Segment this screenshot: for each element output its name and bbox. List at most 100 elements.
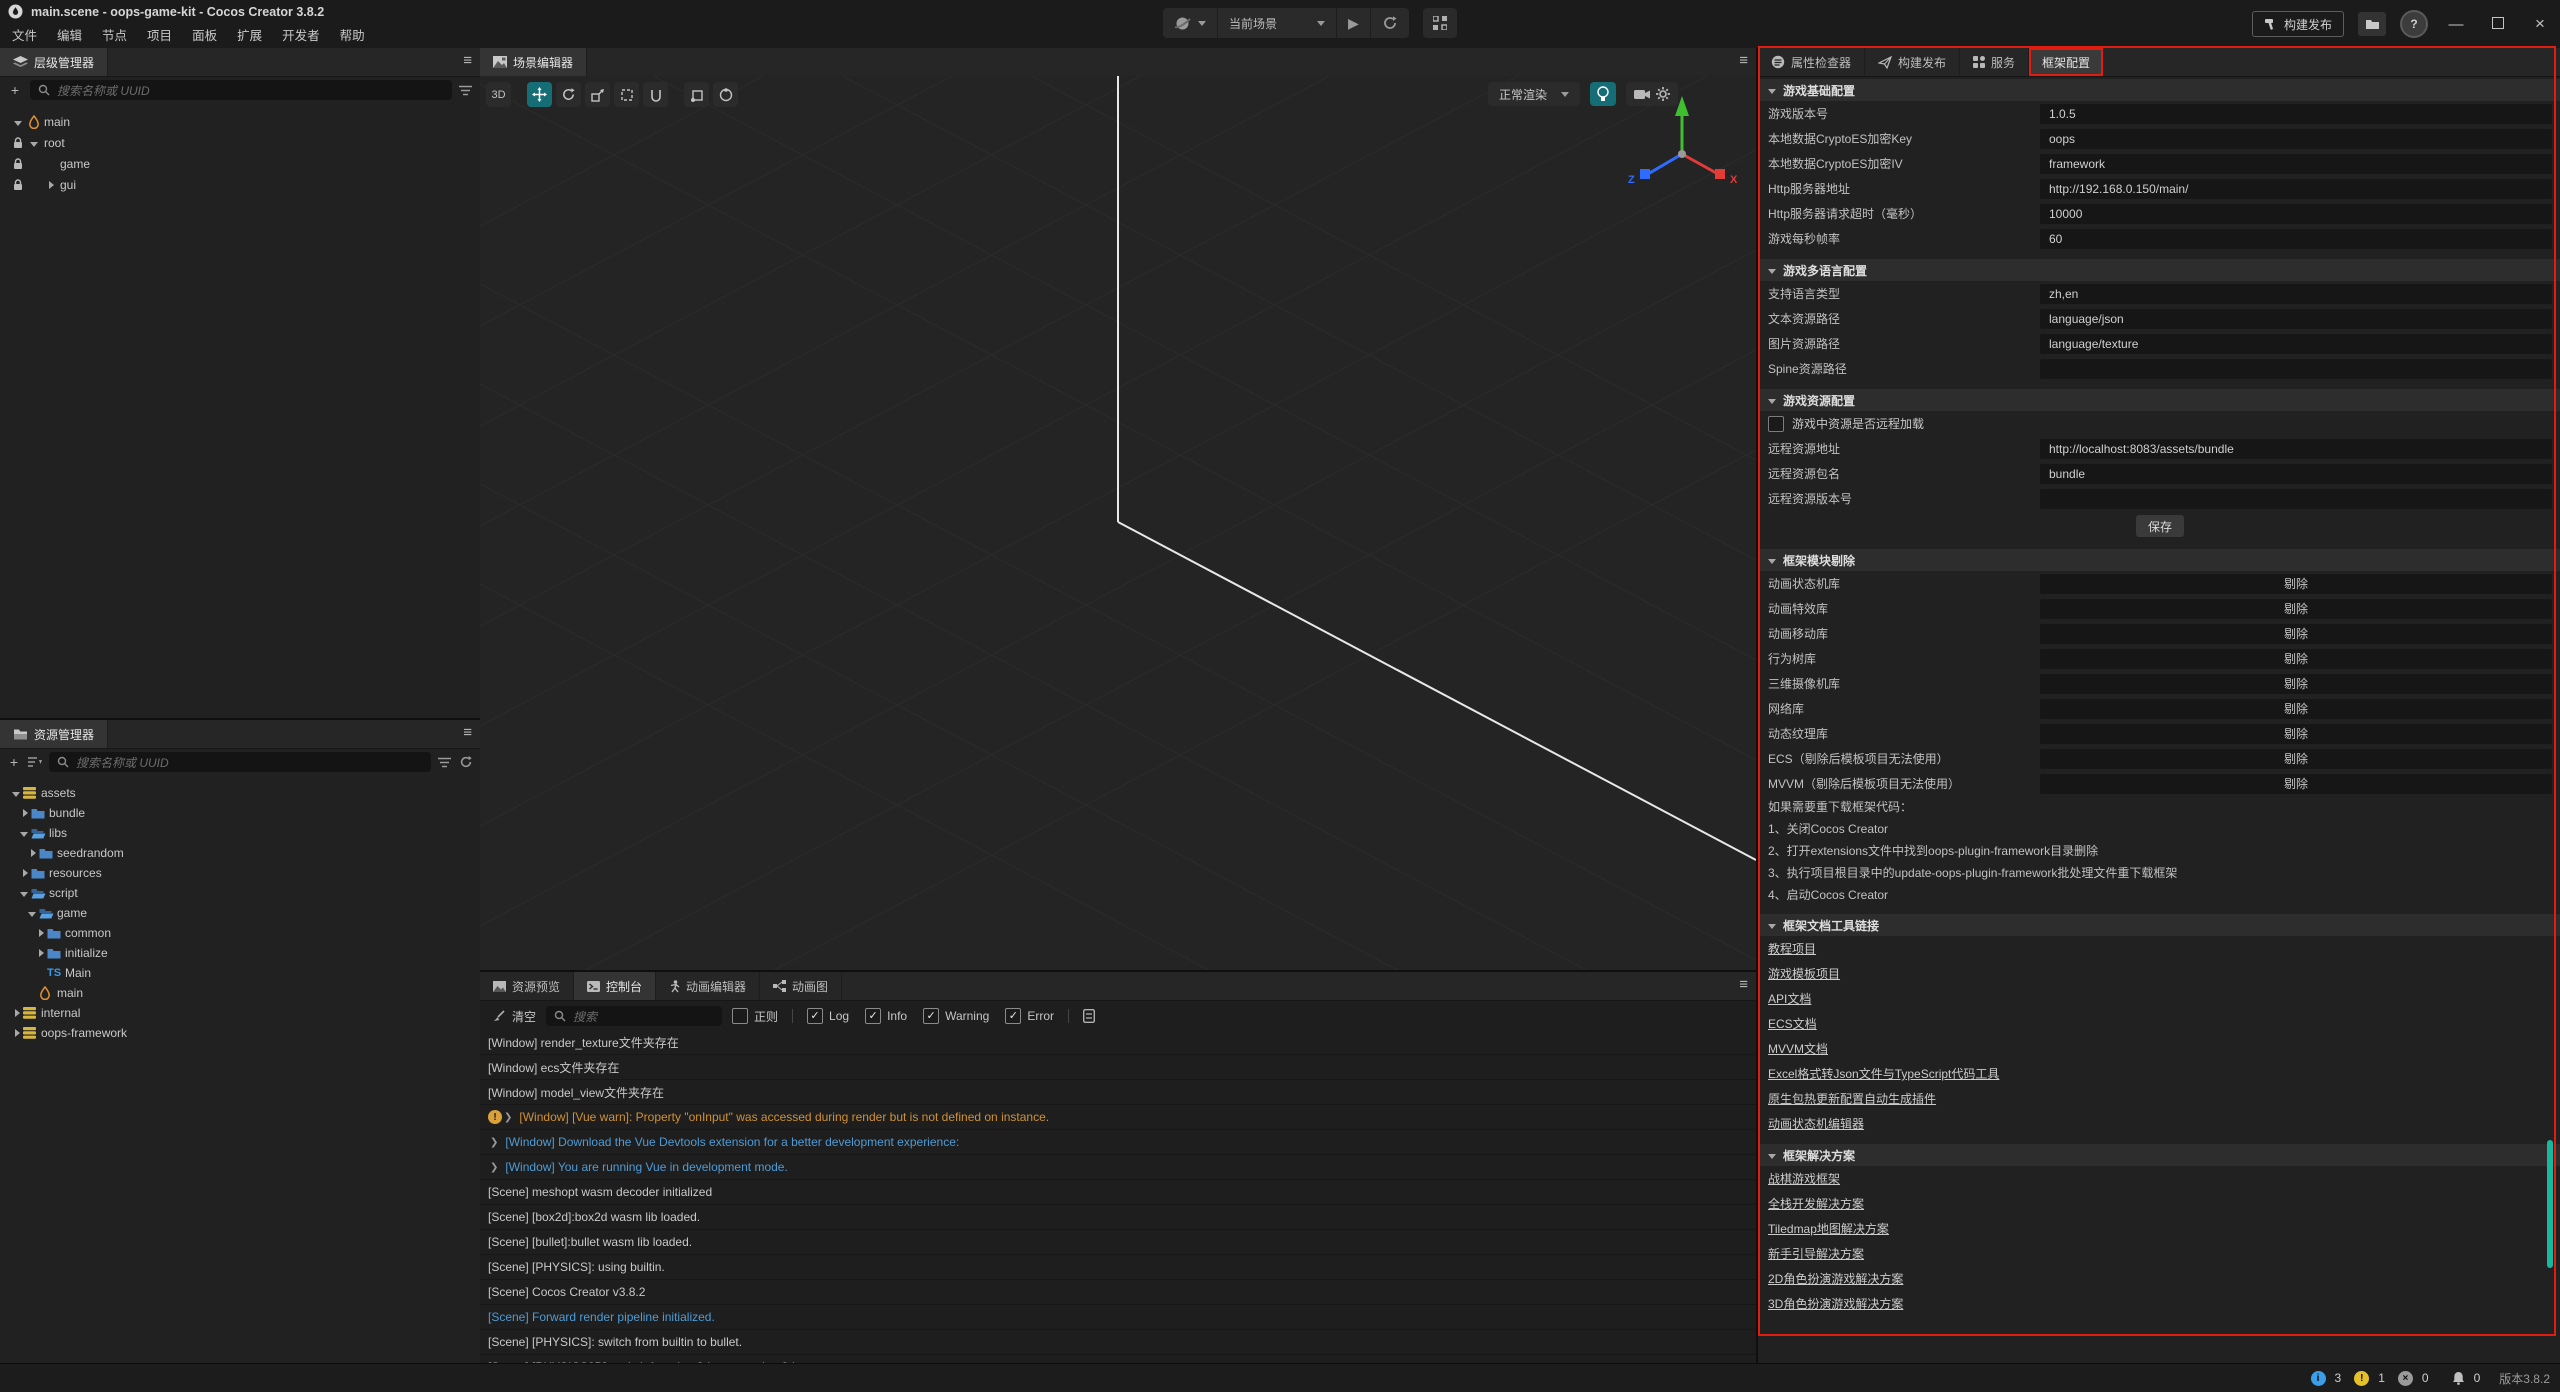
- tab-scene-editor[interactable]: 场景编辑器: [480, 48, 587, 76]
- panel-menu-icon[interactable]: ≡: [1739, 52, 1748, 69]
- chevron-right-icon[interactable]: [39, 949, 44, 957]
- filter-icon[interactable]: [438, 757, 452, 768]
- asset-node-game[interactable]: game: [0, 903, 480, 923]
- menu-item-文件[interactable]: 文件: [2, 26, 47, 46]
- asset-node-resources[interactable]: resources: [0, 863, 480, 883]
- expand-chevron-icon[interactable]: ❯: [504, 1112, 512, 1123]
- doc-link[interactable]: ECS文档: [1768, 1015, 1817, 1032]
- preview-qrcode-button[interactable]: [1423, 8, 1457, 38]
- field-input[interactable]: zh,en: [2040, 284, 2552, 304]
- tree-node-main[interactable]: main: [0, 111, 480, 132]
- field-input[interactable]: [2040, 359, 2552, 379]
- field-input[interactable]: http://192.168.0.150/main/: [2040, 179, 2552, 199]
- tab-资源预览[interactable]: 资源预览: [480, 972, 574, 1000]
- scene-viewport[interactable]: X Z 3D: [480, 76, 1756, 970]
- tab-控制台[interactable]: 控制台: [574, 972, 656, 1000]
- chevron-down-icon[interactable]: [20, 892, 28, 897]
- asset-node-initialize[interactable]: initialize: [0, 943, 480, 963]
- create-asset-button[interactable]: +: [7, 754, 21, 770]
- preview-target-button[interactable]: [1163, 8, 1218, 38]
- asset-node-Main[interactable]: TSMain: [0, 963, 480, 983]
- menu-item-帮助[interactable]: 帮助: [330, 26, 375, 46]
- checkbox-unchecked[interactable]: [1768, 416, 1784, 432]
- doc-link[interactable]: MVVM文档: [1768, 1040, 1828, 1057]
- section-header-游戏基础配置[interactable]: 游戏基础配置: [1758, 79, 2560, 101]
- scale-tool-button[interactable]: [585, 82, 610, 107]
- menu-item-编辑[interactable]: 编辑: [47, 26, 92, 46]
- doc-link[interactable]: API文档: [1768, 990, 1811, 1007]
- field-input[interactable]: 10000: [2040, 204, 2552, 224]
- hierarchy-search-input[interactable]: 搜索名称或 UUID: [30, 80, 452, 100]
- field-input[interactable]: [2040, 489, 2552, 509]
- module-remove-button[interactable]: 剔除: [2040, 599, 2552, 619]
- filter-info[interactable]: ✓Info: [865, 1008, 907, 1024]
- log-row[interactable]: [Window] model_view文件夹存在: [480, 1080, 1756, 1105]
- module-remove-button[interactable]: 剔除: [2040, 649, 2552, 669]
- filter-log[interactable]: ✓Log: [807, 1008, 849, 1024]
- gear-icon[interactable]: [1656, 87, 1670, 101]
- doc-link[interactable]: 战棋游戏框架: [1768, 1170, 1840, 1187]
- doc-link[interactable]: Excel格式转Json文件与TypeScript代码工具: [1768, 1065, 1999, 1082]
- log-row[interactable]: [Scene] Forward render pipeline initiali…: [480, 1305, 1756, 1330]
- open-project-folder-button[interactable]: [2358, 12, 2386, 36]
- field-input[interactable]: oops: [2040, 129, 2552, 149]
- error-count-icon[interactable]: ×: [2398, 1371, 2413, 1386]
- section-header-框架模块剔除[interactable]: 框架模块剔除: [1758, 549, 2560, 571]
- console-search-input[interactable]: 搜索: [546, 1006, 722, 1026]
- doc-link[interactable]: 动画状态机编辑器: [1768, 1115, 1864, 1132]
- log-row[interactable]: [Scene] [PHYSICS]: using builtin.: [480, 1255, 1756, 1280]
- asset-node-libs[interactable]: libs: [0, 823, 480, 843]
- tab-服务[interactable]: 服务: [1960, 48, 2029, 76]
- move-tool-button[interactable]: [527, 82, 552, 107]
- menu-item-项目[interactable]: 项目: [137, 26, 182, 46]
- section-header-框架文档工具链接[interactable]: 框架文档工具链接: [1758, 914, 2560, 936]
- asset-node-common[interactable]: common: [0, 923, 480, 943]
- section-header-游戏资源配置[interactable]: 游戏资源配置: [1758, 389, 2560, 411]
- field-input[interactable]: http://localhost:8083/assets/bundle: [2040, 439, 2552, 459]
- doc-link[interactable]: 游戏模板项目: [1768, 965, 1840, 982]
- create-node-button[interactable]: +: [7, 82, 23, 98]
- doc-link[interactable]: 教程项目: [1768, 940, 1816, 957]
- chevron-down-icon[interactable]: [20, 832, 28, 837]
- asset-node-bundle[interactable]: bundle: [0, 803, 480, 823]
- refresh-icon[interactable]: [459, 755, 473, 769]
- render-mode-dropdown[interactable]: 正常渲染: [1488, 82, 1580, 106]
- module-remove-button[interactable]: 剔除: [2040, 724, 2552, 744]
- maximize-button[interactable]: [2484, 16, 2512, 33]
- field-input[interactable]: framework: [2040, 154, 2552, 174]
- chevron-down-icon[interactable]: [30, 142, 38, 147]
- tab-框架配置[interactable]: 框架配置: [2029, 48, 2103, 76]
- log-row[interactable]: [Window] ecs文件夹存在: [480, 1055, 1756, 1080]
- panel-menu-icon[interactable]: ≡: [463, 724, 472, 741]
- doc-link[interactable]: 全栈开发解决方案: [1768, 1195, 1864, 1212]
- tab-动画图[interactable]: 动画图: [760, 972, 842, 1000]
- checkbox-row-游戏中资源是否远程加载[interactable]: 游戏中资源是否远程加载: [1758, 411, 2560, 436]
- mode-3d-toggle[interactable]: 3D: [486, 82, 511, 107]
- play-button[interactable]: ▶: [1337, 8, 1371, 38]
- filter-warning[interactable]: ✓Warning: [923, 1008, 989, 1024]
- log-row[interactable]: [Scene] Cocos Creator v3.8.2: [480, 1280, 1756, 1305]
- tab-hierarchy[interactable]: 层级管理器: [0, 48, 108, 76]
- clear-console-button[interactable]: 清空: [492, 1008, 536, 1025]
- chevron-right-icon[interactable]: [23, 869, 28, 877]
- module-remove-button[interactable]: 剔除: [2040, 699, 2552, 719]
- axis-gizmo[interactable]: X Z: [1620, 90, 1750, 210]
- panel-menu-icon[interactable]: ≡: [1739, 976, 1748, 993]
- asset-node-main[interactable]: main: [0, 983, 480, 1003]
- menu-item-节点[interactable]: 节点: [92, 26, 137, 46]
- tree-node-game[interactable]: game: [0, 153, 480, 174]
- scene-select-dropdown[interactable]: 当前场景: [1218, 8, 1337, 38]
- warning-count-icon[interactable]: !: [2354, 1371, 2369, 1386]
- coordinate-space-button[interactable]: [713, 82, 738, 107]
- log-row[interactable]: !❯[Window] [Vue warn]: Property "onInput…: [480, 1105, 1756, 1130]
- scrollbar-thumb[interactable]: [2547, 1140, 2553, 1268]
- asset-node-internal[interactable]: internal: [0, 1003, 480, 1023]
- close-button[interactable]: ×: [2526, 14, 2554, 34]
- menu-item-开发者[interactable]: 开发者: [272, 26, 330, 46]
- section-header-框架解决方案[interactable]: 框架解决方案: [1758, 1144, 2560, 1166]
- field-input[interactable]: bundle: [2040, 464, 2552, 484]
- chevron-right-icon[interactable]: [31, 849, 36, 857]
- info-count-icon[interactable]: i: [2311, 1371, 2326, 1386]
- doc-link[interactable]: 3D角色扮演游戏解决方案: [1768, 1295, 1903, 1312]
- expand-chevron-icon[interactable]: ❯: [490, 1137, 498, 1148]
